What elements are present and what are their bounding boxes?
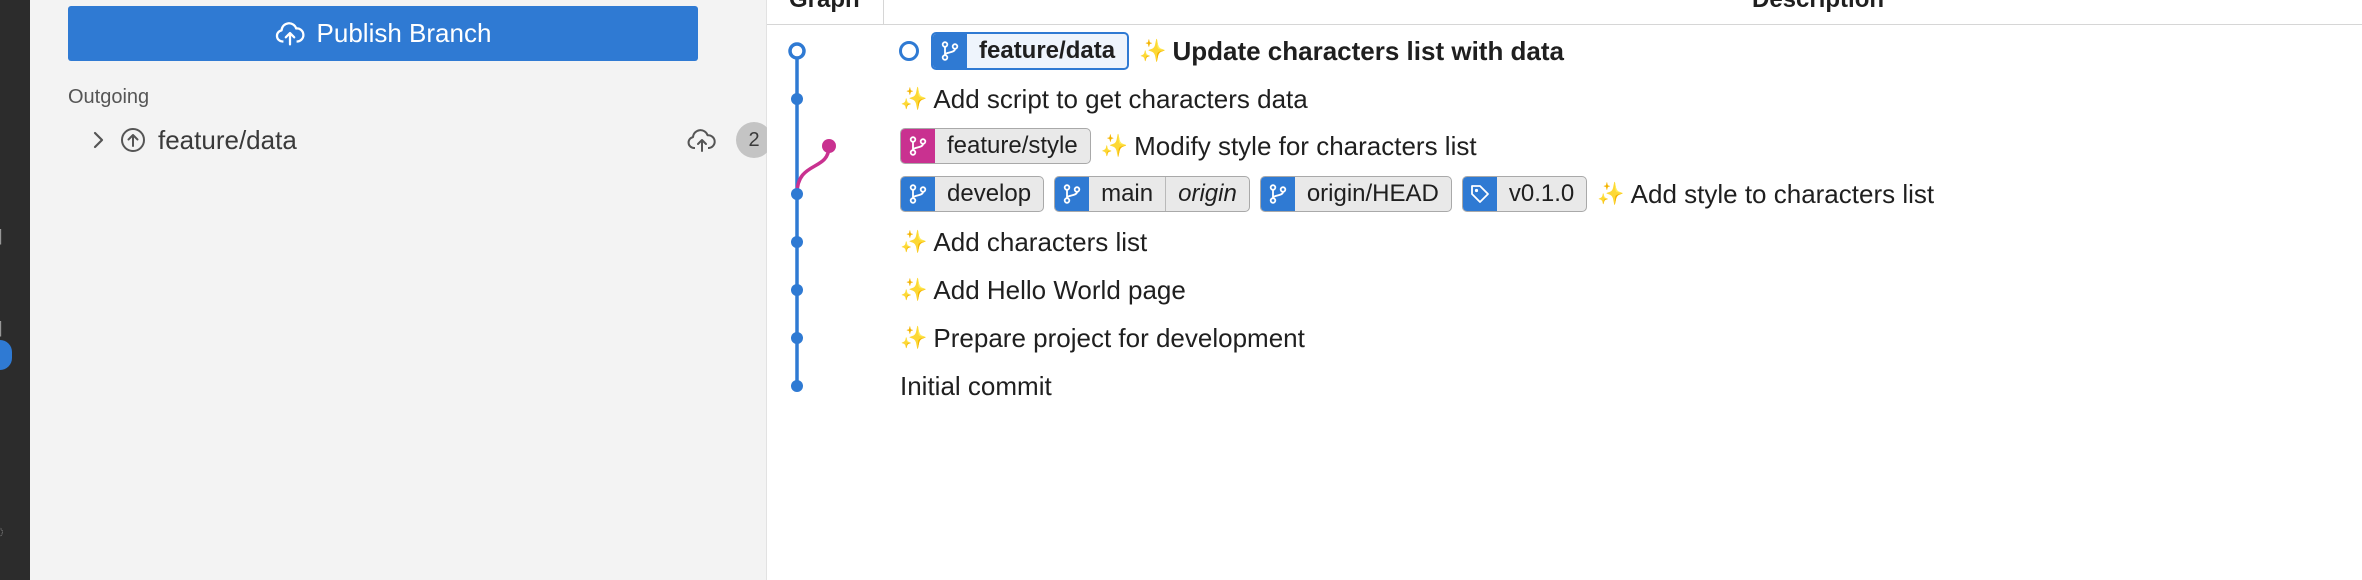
- branch-ref-label: feature/style: [947, 132, 1078, 159]
- feature-style-lane-line: [795, 145, 831, 195]
- cloud-upload-icon: [275, 21, 305, 45]
- sparkle-icon: ✨: [1100, 133, 1129, 158]
- commit-message: Update characters list with data: [1172, 35, 1565, 66]
- commit-node-head[interactable]: [788, 42, 806, 60]
- branch-ref[interactable]: origin/HEAD: [1259, 176, 1452, 212]
- notification-badge: [0, 340, 12, 370]
- branch-ref-label: develop: [947, 180, 1032, 207]
- column-divider[interactable]: [883, 0, 884, 24]
- tag-ref[interactable]: v0.1.0: [1461, 176, 1588, 212]
- branch-icon: [901, 177, 935, 211]
- arrow-up-circle-icon: [121, 128, 145, 152]
- description-column-header[interactable]: Description: [1752, 0, 1884, 14]
- remote-ref-label: origin: [1165, 177, 1249, 211]
- commit-row[interactable]: feature/style ✨ Modify style for charact…: [900, 128, 1477, 164]
- tag-icon: [1462, 177, 1497, 211]
- commit-message: Modify style for characters list: [1134, 130, 1477, 161]
- graph-table-header: Graph Description: [767, 0, 2362, 25]
- branch-ref-label: origin/HEAD: [1306, 180, 1439, 207]
- commit-node[interactable]: [791, 93, 803, 105]
- cloud-upload-icon[interactable]: [686, 127, 718, 153]
- commit-row[interactable]: ✨ Add Hello World page: [900, 272, 1186, 308]
- branch-icon: [933, 34, 967, 68]
- branch-icon: [901, 129, 935, 163]
- sparkle-icon: ✨: [1597, 181, 1625, 206]
- branch-ref[interactable]: develop: [900, 176, 1045, 212]
- commit-message: Add characters list: [933, 226, 1148, 257]
- head-indicator-icon: [899, 41, 919, 61]
- commit-row[interactable]: ✨ Add script to get characters data: [900, 81, 1308, 117]
- outgoing-branch-name: feature/data: [158, 124, 297, 155]
- branch-ref[interactable]: feature/style: [900, 128, 1091, 164]
- commit-node[interactable]: [791, 332, 803, 344]
- commit-row[interactable]: ✨ Add characters list: [900, 224, 1147, 260]
- branch-ref-label: feature/data: [979, 37, 1116, 64]
- sparkle-icon: ✨: [1139, 38, 1167, 63]
- commit-message: Add style to characters list: [1630, 178, 1935, 209]
- publish-branch-label: Publish Branch: [316, 18, 492, 48]
- branch-ref[interactable]: main origin: [1054, 176, 1250, 212]
- commit-row[interactable]: ✨ Prepare project for development: [900, 320, 1305, 356]
- extension-icon[interactable]: ▯: [0, 318, 3, 338]
- branch-ref-current[interactable]: feature/data: [931, 32, 1130, 70]
- commit-message: Add script to get characters data: [933, 83, 1308, 114]
- sparkle-icon: ✨: [900, 229, 928, 254]
- commit-node[interactable]: [791, 236, 803, 248]
- source-control-sidebar: Publish Branch Outgoing feature/data 2: [30, 0, 772, 580]
- sparkle-icon: ✨: [900, 86, 928, 111]
- account-icon[interactable]: ◌: [0, 522, 4, 542]
- publish-branch-button[interactable]: Publish Branch: [68, 6, 698, 61]
- commit-message: Add Hello World page: [933, 274, 1186, 305]
- outgoing-branch-item[interactable]: feature/data 2: [60, 120, 776, 160]
- commit-row[interactable]: feature/data ✨ Update characters list wi…: [899, 32, 1565, 70]
- branch-ref-label: main: [1101, 180, 1154, 207]
- sparkle-icon: ✨: [900, 277, 928, 302]
- commit-graph: [788, 42, 836, 392]
- chevron-right-icon[interactable]: [86, 128, 110, 152]
- commit-row[interactable]: develop main origin origin/HEAD v0.1.0 ✨…: [900, 176, 1934, 212]
- branch-icon: [1260, 177, 1295, 211]
- chevron-icon[interactable]: ›: [0, 132, 1, 152]
- commit-node-feature-style[interactable]: [822, 139, 836, 153]
- activity-bar: › ▯ ▯ ◌: [0, 0, 30, 580]
- branch-icon: [1055, 177, 1090, 211]
- commit-row[interactable]: Initial commit: [900, 368, 1052, 404]
- outgoing-section-label: Outgoing: [68, 86, 150, 108]
- file-icon[interactable]: ▯: [0, 226, 3, 246]
- tag-ref-label: v0.1.0: [1508, 180, 1575, 207]
- commit-message: Prepare project for development: [933, 322, 1305, 353]
- commit-node[interactable]: [791, 284, 803, 296]
- commit-graph-panel: Graph Description feature/data ✨ Update …: [767, 0, 2362, 580]
- commit-node[interactable]: [791, 380, 803, 392]
- commit-node[interactable]: [791, 188, 803, 200]
- commit-message: Initial commit: [900, 370, 1052, 401]
- sparkle-icon: ✨: [900, 325, 928, 350]
